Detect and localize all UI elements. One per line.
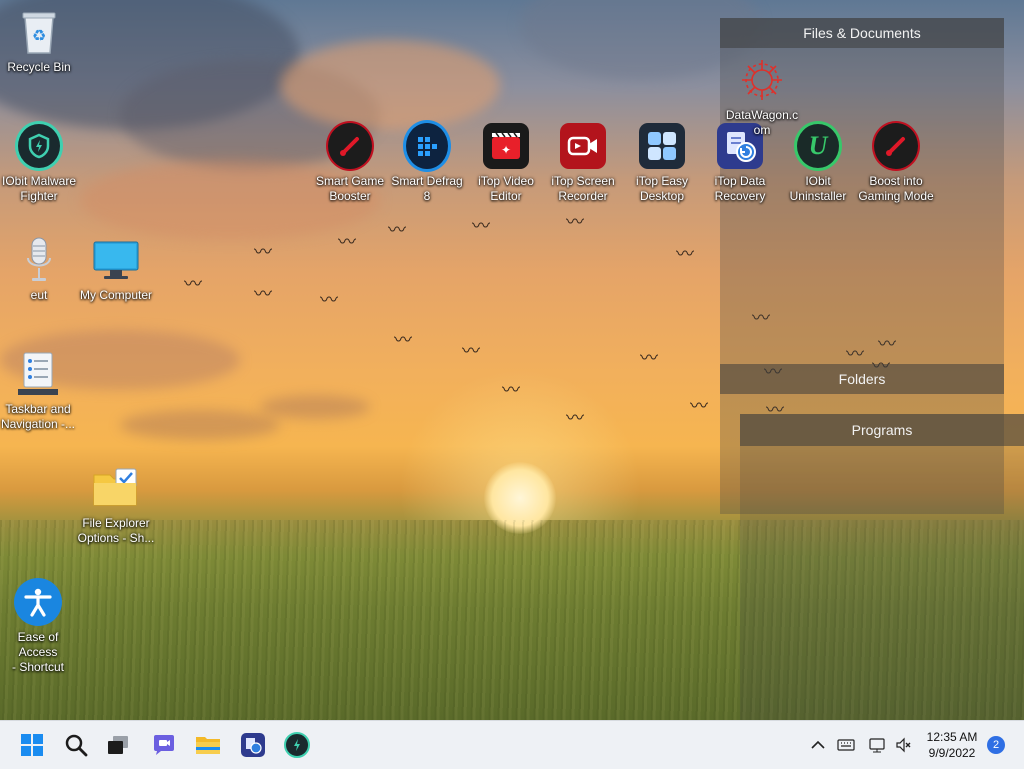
boost-gaming-mode-shortcut[interactable]: Boost into Gaming Mode (857, 121, 935, 204)
chat-icon (154, 735, 174, 755)
smart-game-booster-icon (326, 121, 374, 171)
itop-easy-desktop-icon (638, 122, 686, 170)
eut-shortcut[interactable]: eut (0, 236, 78, 303)
itop-screen-recorder-label: iTop Screen Recorder (551, 174, 615, 203)
smart-game-booster-label: Smart Game Booster (315, 174, 384, 203)
chevron-up-icon (811, 740, 825, 749)
itop-data-recovery-taskbar-icon (241, 733, 265, 757)
eut-label: eut (30, 288, 48, 302)
taskbar-clock[interactable]: 12:35 AM 9/9/2022 (914, 729, 990, 761)
smart-defrag-label: Smart Defrag 8 (391, 174, 463, 203)
iobit-malware-fighter-taskbar-button[interactable] (281, 729, 313, 761)
smart-defrag-shortcut[interactable]: Smart Defrag 8 (388, 120, 466, 204)
itop-video-editor-shortcut[interactable]: ✦ iTop Video Editor (467, 122, 545, 204)
keyboard-icon (837, 739, 855, 751)
speaker-muted-icon (896, 737, 911, 753)
notification-badge[interactable]: 2 (987, 736, 1005, 754)
datawagon-label: DataWagon.c om (725, 108, 799, 137)
fence-programs[interactable]: Programs (740, 414, 1024, 720)
iobit-uninstaller-label: IObit Uninstaller (789, 174, 847, 203)
volume-button[interactable] (894, 735, 914, 755)
taskbar-settings-icon (14, 350, 62, 398)
smart-game-booster-shortcut[interactable]: Smart Game Booster (311, 121, 389, 204)
svg-text:♻: ♻ (32, 26, 46, 45)
fence-programs-title[interactable]: Programs (740, 414, 1024, 446)
recycle-bin-label: Recycle Bin (7, 60, 71, 74)
file-explorer-button[interactable] (192, 729, 224, 761)
taskbar-navigation-label: Taskbar and Navigation -... (0, 402, 76, 431)
itop-video-editor-icon: ✦ (482, 122, 530, 170)
accessibility-icon (14, 578, 62, 626)
svg-text:✦: ✦ (501, 143, 511, 157)
start-button[interactable] (16, 729, 48, 761)
fence-files-title[interactable]: Files & Documents (720, 18, 1004, 48)
chat-button[interactable] (148, 729, 180, 761)
clock-date: 9/9/2022 (928, 746, 976, 760)
itop-easy-desktop-shortcut[interactable]: iTop Easy Desktop (623, 122, 701, 204)
microphone-icon (15, 236, 63, 284)
recycle-bin-shortcut[interactable]: ♻ Recycle Bin (0, 8, 78, 75)
fence-folders-title[interactable]: Folders (720, 364, 1004, 394)
file-explorer-icon (196, 737, 220, 754)
recycle-bin-icon: ♻ (15, 8, 63, 56)
my-computer-shortcut[interactable]: My Computer (77, 236, 155, 303)
network-button[interactable] (868, 735, 888, 755)
windows-start-icon (21, 734, 43, 756)
network-icon (869, 738, 885, 753)
ease-of-access-label: Ease of Access - Shortcut (11, 630, 65, 674)
iobit-malware-fighter-shortcut[interactable]: IObit Malware Fighter (0, 121, 78, 204)
folder-check-icon (92, 464, 140, 512)
datawagon-shortcut[interactable]: DataWagon.c om (723, 56, 801, 138)
monitor-icon (92, 236, 140, 284)
itop-data-recovery-taskbar-button[interactable] (237, 729, 269, 761)
task-view-icon (108, 736, 128, 754)
my-computer-label: My Computer (79, 288, 153, 302)
smart-defrag-icon (403, 120, 451, 172)
touch-keyboard-button[interactable] (836, 735, 856, 755)
iobit-malware-fighter-icon (15, 121, 63, 171)
itop-screen-recorder-icon (559, 122, 607, 170)
iobit-malware-fighter-taskbar-icon (284, 732, 310, 758)
boost-gaming-mode-label: Boost into Gaming Mode (858, 174, 934, 203)
iobit-uninstaller-icon: U (794, 121, 842, 171)
boost-gaming-mode-icon (872, 121, 920, 171)
iobit-malware-fighter-label: IObit Malware Fighter (1, 174, 77, 203)
itop-easy-desktop-label: iTop Easy Desktop (635, 174, 689, 203)
ease-of-access-shortcut[interactable]: Ease of Access - Shortcut (0, 578, 77, 675)
taskbar-navigation-shortcut[interactable]: Taskbar and Navigation -... (0, 350, 77, 432)
show-hidden-icons-button[interactable] (808, 735, 828, 755)
itop-data-recovery-label: iTop Data Recovery (714, 174, 766, 203)
file-explorer-options-label: File Explorer Options - Sh... (77, 516, 155, 545)
itop-video-editor-label: iTop Video Editor (478, 174, 534, 203)
search-icon (65, 734, 88, 757)
task-view-button[interactable] (102, 729, 134, 761)
datawagon-icon (738, 56, 786, 104)
itop-screen-recorder-shortcut[interactable]: iTop Screen Recorder (544, 122, 622, 204)
file-explorer-options-shortcut[interactable]: File Explorer Options - Sh... (77, 464, 155, 546)
search-button[interactable] (60, 729, 92, 761)
clock-time: 12:35 AM (926, 730, 978, 744)
taskbar: 12:35 AM 9/9/2022 (0, 720, 1024, 769)
